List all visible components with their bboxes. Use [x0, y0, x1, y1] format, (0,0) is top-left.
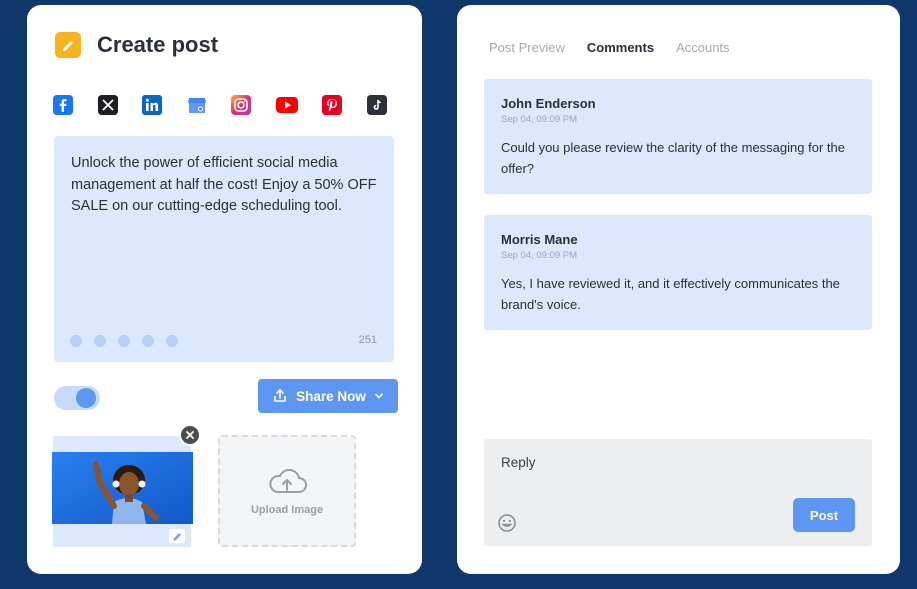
post-composer[interactable]: Unlock the power of efficient social med…: [54, 136, 394, 362]
comment-item: John Enderson Sep 04, 09:09 PM Could you…: [484, 79, 872, 194]
linkedin-icon[interactable]: [142, 95, 162, 115]
tab-accounts[interactable]: Accounts: [676, 40, 729, 55]
pinterest-icon[interactable]: [322, 95, 342, 115]
comments-card: Post Preview Comments Accounts John Ende…: [457, 5, 900, 574]
toolbar-dot[interactable]: [70, 335, 82, 347]
toolbar-dot[interactable]: [142, 335, 154, 347]
reply-box[interactable]: Reply Post: [484, 439, 872, 546]
comment-author: Morris Mane: [501, 232, 578, 247]
attached-photo: [52, 452, 193, 524]
youtube-icon[interactable]: [275, 95, 298, 115]
tab-post-preview[interactable]: Post Preview: [489, 40, 565, 55]
attached-image-tile[interactable]: [52, 424, 201, 547]
pencil-icon: [173, 533, 181, 541]
facebook-icon[interactable]: [53, 95, 73, 115]
post-text[interactable]: Unlock the power of efficient social med…: [71, 153, 383, 218]
toolbar-dot[interactable]: [166, 335, 178, 347]
tiktok-icon[interactable]: [366, 95, 387, 115]
schedule-toggle[interactable]: [54, 386, 100, 410]
toggle-knob: [76, 388, 96, 408]
chevron-down-icon: [375, 393, 383, 399]
comment-author: John Enderson: [501, 96, 596, 111]
comment-body: Yes, I have reviewed it, and it effectiv…: [501, 276, 840, 312]
x-icon[interactable]: [97, 95, 118, 115]
create-post-header: Create post: [55, 32, 218, 58]
edit-image-button[interactable]: [169, 529, 185, 543]
comment-timestamp: Sep 04, 09:09 PM: [501, 250, 578, 261]
page-title: Create post: [97, 32, 219, 57]
character-count: 251: [358, 334, 377, 346]
pencil-logo-icon: [55, 32, 81, 58]
google-business-icon[interactable]: [187, 95, 207, 115]
comment-item: Morris Mane Sep 04, 09:09 PM Yes, I have…: [484, 215, 872, 330]
tab-comments[interactable]: Comments: [587, 40, 654, 55]
share-now-label: Share Now: [296, 388, 366, 404]
share-now-button[interactable]: Share Now: [258, 379, 398, 413]
toolbar-dot[interactable]: [118, 335, 130, 347]
social-network-selector: [53, 95, 411, 115]
instagram-icon[interactable]: [231, 95, 251, 115]
remove-image-button[interactable]: [179, 424, 201, 446]
panel-tabs: Post Preview Comments Accounts: [489, 40, 752, 55]
share-icon: [274, 389, 286, 402]
cloud-upload-icon: [269, 468, 307, 493]
upload-image-dropzone[interactable]: Upload Image: [218, 435, 356, 547]
upload-image-label: Upload Image: [250, 504, 324, 516]
comment-timestamp: Sep 04, 09:09 PM: [501, 114, 578, 125]
close-icon: [186, 431, 194, 439]
emoji-icon[interactable]: [497, 513, 517, 538]
toolbar-dot[interactable]: [94, 335, 106, 347]
composer-toolbar: [70, 335, 178, 347]
create-post-card: Create post Unlock the power of efficien…: [27, 5, 422, 574]
reply-input[interactable]: Reply: [501, 455, 536, 470]
comment-body: Could you please review the clarity of t…: [501, 140, 845, 176]
post-reply-button[interactable]: Post: [793, 498, 855, 532]
